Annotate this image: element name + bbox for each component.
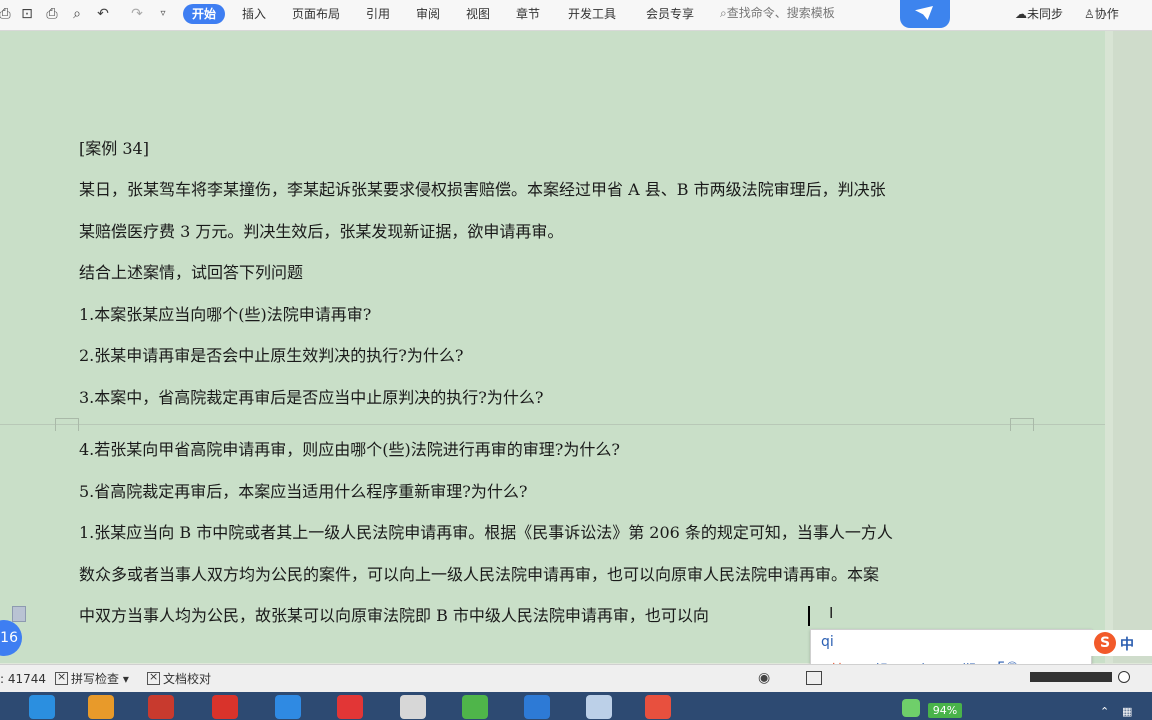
document-icon[interactable]: [12, 606, 26, 622]
doc-line: 某赔偿医疗费 3 万元。判决生效后，张某发现新证据，欲申请再审。: [79, 222, 564, 241]
doc-line: 1.张某应当向 B 市中院或者其上一级人民法院申请再审。根据《民事诉讼法》第 2…: [79, 523, 893, 542]
page-view-icon[interactable]: [806, 671, 822, 685]
cloud-app-icon[interactable]: [586, 695, 612, 719]
ime-input-text: qi: [821, 634, 834, 650]
video-player-icon[interactable]: [88, 695, 114, 719]
tab-page-layout[interactable]: 页面布局: [292, 6, 340, 22]
ime-toolbar[interactable]: S 中: [1090, 630, 1152, 656]
doc-line: 中双方当事人均为公民，故张某可以向原审法院即 B 市中级人民法院申请再审，也可以…: [79, 606, 709, 625]
collab-button[interactable]: ♙协作: [1084, 6, 1119, 22]
tray-chevron-icon[interactable]: ⌃: [1100, 705, 1109, 718]
ime-mode[interactable]: 中: [1120, 634, 1134, 654]
ibeam-cursor-icon: I: [829, 604, 834, 622]
sogou-logo-icon: S: [1094, 632, 1116, 654]
doc-check-icon: [147, 670, 160, 685]
lenovo-icon[interactable]: [148, 695, 174, 719]
browser-icon[interactable]: [462, 695, 488, 719]
tab-insert[interactable]: 插入: [242, 6, 266, 22]
doc-check-label: 文档校对: [163, 672, 212, 686]
doc-line: [案例 34]: [79, 139, 149, 158]
margin-marker: [1010, 418, 1034, 431]
doc-line: 某日，张某驾车将李某撞伤，李某起诉张某要求侵权损害赔偿。本案经过甲省 A 县、B…: [79, 180, 886, 199]
tab-member[interactable]: 会员专享: [646, 6, 694, 22]
collab-label: 协作: [1094, 7, 1119, 21]
doc-check-toggle[interactable]: 文档校对: [147, 670, 212, 686]
command-search[interactable]: ⌕查找命令、搜索模板: [720, 5, 835, 21]
app-red-icon[interactable]: [212, 695, 238, 719]
cloud-icon: ☁: [1015, 7, 1027, 21]
print-icon[interactable]: ⎙: [43, 5, 61, 23]
doc-line: 4.若张某向甲省高院申请再审，则应由哪个(些)法院进行再审的审理?为什么?: [79, 440, 620, 459]
eye-protection-icon[interactable]: ◉: [758, 670, 770, 686]
doc-line: 3.本案中，省高院裁定再审后是否应当中止原判决的执行?为什么?: [79, 388, 544, 407]
tab-view[interactable]: 视图: [466, 6, 490, 22]
doc-line: 结合上述案情，试回答下列问题: [79, 263, 304, 282]
tab-chapter[interactable]: 章节: [516, 6, 540, 22]
tab-developer[interactable]: 开发工具: [568, 6, 616, 22]
chevron-down-icon[interactable]: ▿: [154, 5, 172, 23]
pinwheel-app-icon[interactable]: [400, 695, 426, 719]
charging-icon[interactable]: [902, 699, 920, 717]
network-icon[interactable]: ▦: [1122, 705, 1132, 718]
word-count[interactable]: : 41744: [0, 672, 46, 686]
sync-status[interactable]: ☁未同步: [1015, 6, 1063, 22]
doc-line: 2.张某申请再审是否会中止原生效判决的执行?为什么?: [79, 346, 464, 365]
user-icon: ♙: [1084, 7, 1095, 21]
margin-marker: [55, 418, 79, 431]
undo-icon[interactable]: ↶: [94, 5, 112, 23]
bird-app-icon[interactable]: [275, 695, 301, 719]
music-app-icon[interactable]: [337, 695, 363, 719]
wps-icon[interactable]: [645, 695, 671, 719]
tab-references[interactable]: 引用: [366, 6, 390, 22]
export-pdf-icon[interactable]: ⊡: [18, 5, 36, 23]
sync-label: 未同步: [1027, 7, 1064, 21]
search-placeholder: 查找命令、搜索模板: [726, 6, 835, 20]
save-icon[interactable]: ⎙: [0, 5, 14, 23]
spell-check-label: 拼写检查: [71, 672, 120, 686]
tab-review[interactable]: 审阅: [416, 6, 440, 22]
vertical-scrollbar[interactable]: [1113, 31, 1152, 663]
wps-assistant-icon[interactable]: [900, 0, 950, 28]
doc-line: 1.本案张某应当向哪个(些)法院申请再审?: [79, 305, 372, 324]
doc-line: 5.省高院裁定再审后，本案应当适用什么程序重新审理?为什么?: [79, 482, 528, 501]
spell-check-icon: [55, 670, 68, 685]
tab-home[interactable]: 开始: [183, 4, 225, 24]
zoom-slider[interactable]: [1030, 672, 1112, 682]
status-bar: : 41744 拼写检查 ▾ 文档校对: [0, 664, 1152, 693]
ribbon-toolbar: ⎙ ⊡ ⎙ ⌕ ↶ ↷ ▿ 开始 插入 页面布局 引用 审阅 视图 章节 开发工…: [0, 0, 1152, 31]
print-preview-icon[interactable]: ⌕: [68, 5, 86, 23]
redo-icon[interactable]: ↷: [128, 5, 146, 23]
edge-app-icon[interactable]: [524, 695, 550, 719]
page-break: [0, 424, 1105, 425]
ie-icon[interactable]: [29, 695, 55, 719]
doc-line: 数众多或者当事人双方均为公民的案件，可以向上一级人民法院申请再审，也可以向原审人…: [79, 565, 880, 584]
text-caret: [808, 606, 810, 626]
zoom-handle[interactable]: [1118, 671, 1130, 683]
spell-check-toggle[interactable]: 拼写检查 ▾: [55, 670, 129, 686]
search-icon: ⌕: [720, 6, 727, 20]
battery-indicator[interactable]: 94%: [928, 703, 962, 718]
